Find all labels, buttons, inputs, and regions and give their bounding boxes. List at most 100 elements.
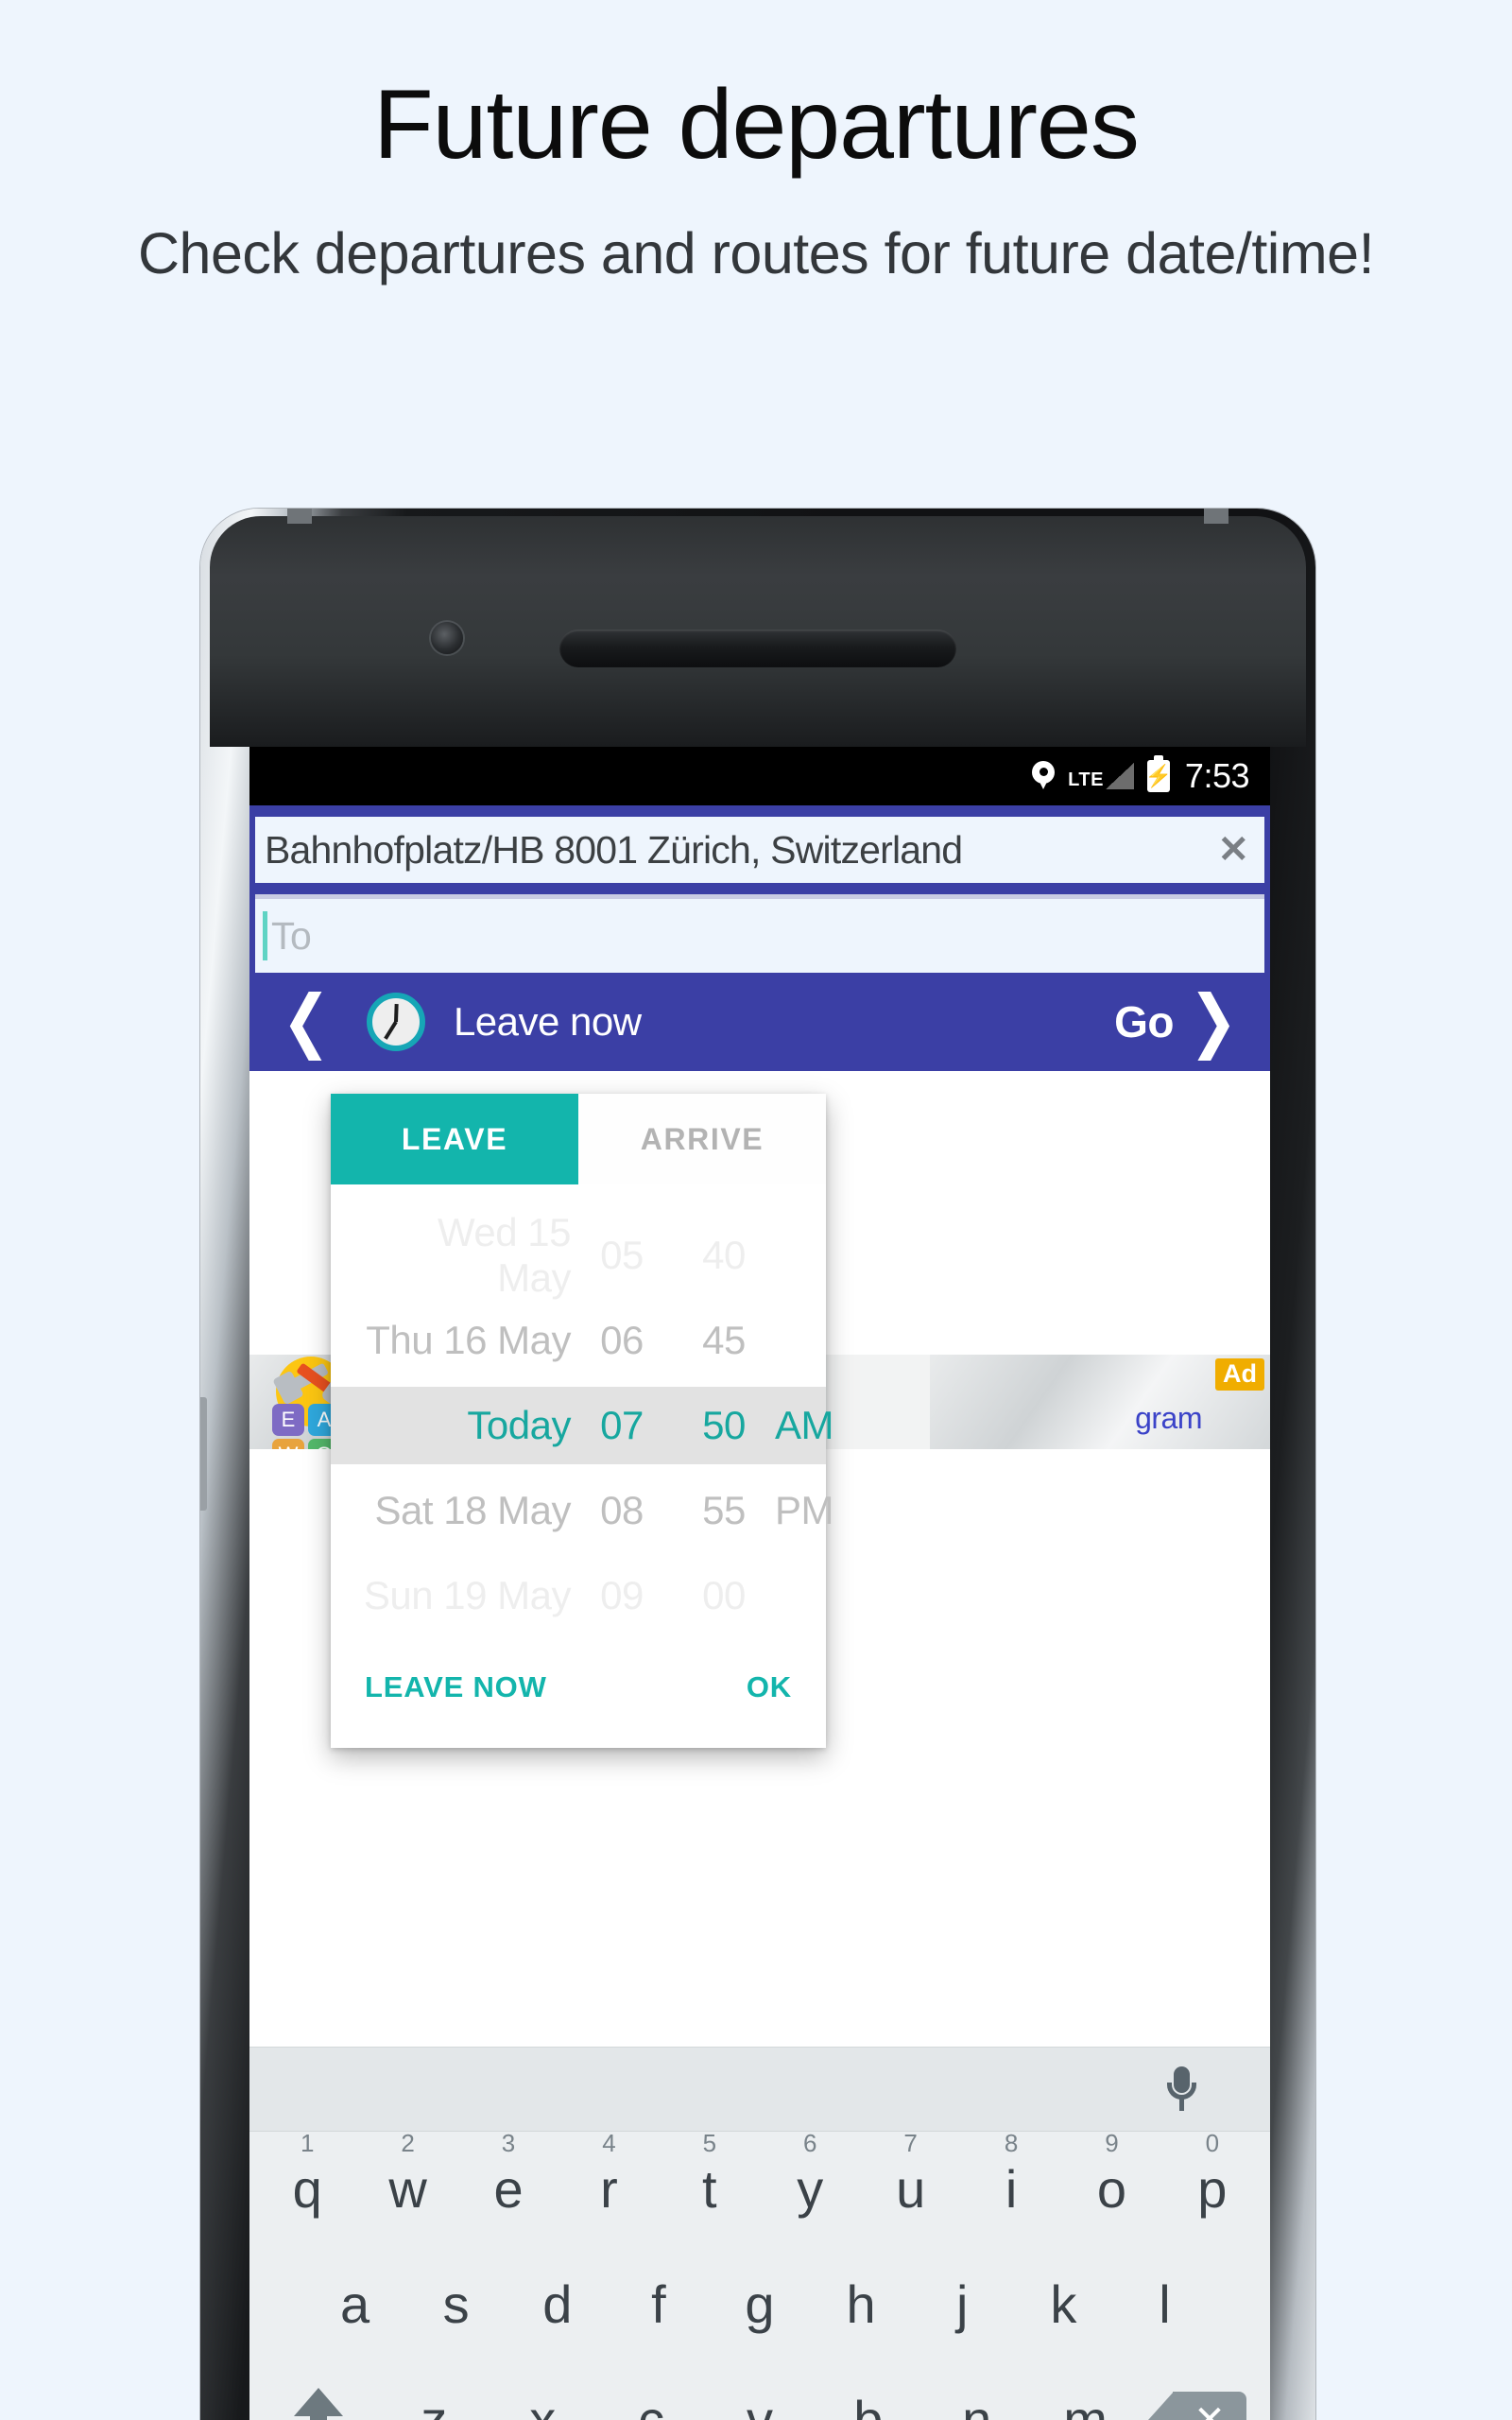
wheel-row[interactable]: Wed 15 May 05 40 xyxy=(331,1210,826,1300)
ad-badge: Ad xyxy=(1215,1358,1264,1392)
time-toolbar: ❮ Leave now Go ❯ xyxy=(249,973,1270,1071)
wheel-row[interactable]: Sat 18 May 08 55 PM xyxy=(331,1472,834,1549)
promo-header: Future departures Check departures and r… xyxy=(0,0,1512,287)
wheel-gap xyxy=(331,1379,826,1387)
wheel-gap xyxy=(331,1549,826,1557)
key-e[interactable]: 3e xyxy=(458,2131,558,2216)
from-field[interactable]: Bahnhofplatz/HB 8001 Zürich, Switzerland… xyxy=(255,817,1264,883)
wheel-hour: 05 xyxy=(600,1233,644,1277)
wheel-date: Thu 16 May xyxy=(366,1318,571,1362)
dialog-actions: LEAVE NOW OK xyxy=(331,1644,826,1748)
wheel-minute: 50 xyxy=(702,1403,746,1447)
key-n[interactable]: n xyxy=(922,2394,1031,2420)
wheel-row[interactable]: Thu 16 May 06 45 xyxy=(331,1302,826,1379)
keyboard-row-2: a s d f g h j k l xyxy=(249,2247,1270,2362)
ok-button[interactable]: OK xyxy=(747,1670,792,1704)
chevron-right-icon[interactable]: ❯ xyxy=(1181,987,1246,1056)
status-clock: 7:53 xyxy=(1184,756,1250,795)
clock-icon[interactable] xyxy=(366,993,425,1051)
key-a[interactable]: a xyxy=(304,2278,405,2331)
leave-now-button[interactable]: LEAVE NOW xyxy=(365,1670,547,1704)
ad-tile: W xyxy=(272,1439,304,1449)
keyboard-suggestion-strip[interactable] xyxy=(249,2047,1270,2132)
location-pin-icon xyxy=(1032,761,1056,791)
datetime-picker-dialog: LEAVE ARRIVE Wed 15 May 05 40 Thu 16 May xyxy=(331,1094,834,1748)
key-v[interactable]: v xyxy=(706,2394,815,2420)
from-field-value: Bahnhofplatz/HB 8001 Zürich, Switzerland xyxy=(265,827,963,872)
battery-charging-icon: ⚡ xyxy=(1145,755,1172,792)
key-c[interactable]: c xyxy=(597,2394,706,2420)
ad-tile: E xyxy=(272,1404,304,1436)
keyboard-row-3: z x c v b n m ✕ xyxy=(249,2362,1270,2420)
to-field-placeholder: To xyxy=(271,913,312,958)
soft-keyboard: 1q 2w 3e 4r 5t 6y 7u 8i 9o 0p a s d f g … xyxy=(249,2047,1270,2420)
wheel-hour: 07 xyxy=(600,1403,644,1447)
earpiece-speaker xyxy=(559,630,956,667)
backspace-icon[interactable]: ✕ xyxy=(1140,2392,1263,2420)
tab-leave[interactable]: LEAVE xyxy=(331,1094,578,1184)
search-fields-area: Bahnhofplatz/HB 8001 Zürich, Switzerland… xyxy=(249,805,1270,973)
key-o[interactable]: 9o xyxy=(1061,2131,1161,2216)
wheel-date: Sat 18 May xyxy=(374,1488,572,1532)
key-j[interactable]: j xyxy=(912,2278,1013,2331)
key-f[interactable]: f xyxy=(608,2278,709,2331)
microphone-icon[interactable] xyxy=(1166,2066,1196,2112)
wheel-hour: 06 xyxy=(600,1318,644,1362)
results-body: E A C H W O R D gram Ad xyxy=(249,1071,1270,2420)
dialog-tabs: LEAVE ARRIVE xyxy=(331,1094,826,1184)
shift-arrow-icon[interactable] xyxy=(257,2387,380,2420)
key-g[interactable]: g xyxy=(709,2278,810,2331)
key-r[interactable]: 4r xyxy=(558,2131,659,2216)
volume-button[interactable] xyxy=(200,1397,207,1511)
text-caret xyxy=(263,911,267,960)
key-h[interactable]: h xyxy=(811,2278,912,2331)
key-m[interactable]: m xyxy=(1031,2394,1140,2420)
antenna-line-right xyxy=(1204,509,1228,524)
key-b[interactable]: b xyxy=(814,2394,922,2420)
key-w[interactable]: 2w xyxy=(357,2131,457,2216)
front-camera-icon xyxy=(431,622,463,654)
antenna-line-left xyxy=(287,509,312,524)
wheel-minute: 55 xyxy=(702,1488,746,1532)
key-d[interactable]: d xyxy=(507,2278,608,2331)
wheel-date: Wed 15 May xyxy=(438,1210,572,1300)
key-s[interactable]: s xyxy=(405,2278,507,2331)
wheel-row-selected[interactable]: Today 07 50 AM xyxy=(331,1387,834,1464)
wheel-minute: 45 xyxy=(702,1318,746,1362)
ad-headline-text: gram xyxy=(1135,1401,1202,1435)
network-indicator: LTE xyxy=(1068,763,1134,789)
key-u[interactable]: 7u xyxy=(860,2131,960,2216)
key-x[interactable]: x xyxy=(489,2394,597,2420)
key-p[interactable]: 0p xyxy=(1162,2131,1263,2216)
key-l[interactable]: l xyxy=(1114,2278,1215,2331)
wheel-hour: 09 xyxy=(600,1573,644,1617)
to-field[interactable]: To xyxy=(255,899,1264,973)
phone-device-frame: LTE ⚡ 7:53 Bahnhofplatz/HB 8001 Zürich, … xyxy=(200,509,1315,2420)
page-subtitle: Check departures and routes for future d… xyxy=(137,221,1375,286)
datetime-wheel[interactable]: Wed 15 May 05 40 Thu 16 May 06 45 Today … xyxy=(331,1184,834,1644)
keyboard-row-1: 1q 2w 3e 4r 5t 6y 7u 8i 9o 0p xyxy=(249,2131,1270,2247)
signal-bars-icon xyxy=(1105,763,1134,789)
wheel-date: Sun 19 May xyxy=(363,1573,572,1617)
key-i[interactable]: 8i xyxy=(961,2131,1061,2216)
wheel-row[interactable]: Sun 19 May 09 00 xyxy=(331,1557,826,1634)
key-k[interactable]: k xyxy=(1013,2278,1114,2331)
key-y[interactable]: 6y xyxy=(760,2131,860,2216)
wheel-meridiem: AM xyxy=(775,1403,834,1447)
key-q[interactable]: 1q xyxy=(257,2131,357,2216)
clear-icon[interactable]: ✕ xyxy=(1211,831,1264,869)
page-title: Future departures xyxy=(373,70,1140,180)
key-t[interactable]: 5t xyxy=(660,2131,760,2216)
status-bar: LTE ⚡ 7:53 xyxy=(249,747,1270,805)
go-button[interactable]: Go xyxy=(1114,996,1174,1047)
key-z[interactable]: z xyxy=(380,2394,489,2420)
wheel-minute: 00 xyxy=(702,1573,746,1617)
wheel-minute: 40 xyxy=(702,1233,746,1277)
wheel-date: Today xyxy=(467,1403,571,1447)
field-divider-gap xyxy=(249,883,1270,894)
phone-screen: LTE ⚡ 7:53 Bahnhofplatz/HB 8001 Zürich, … xyxy=(249,747,1270,2420)
wheel-hour: 08 xyxy=(600,1488,644,1532)
tab-arrive[interactable]: ARRIVE xyxy=(578,1094,826,1184)
leave-now-label[interactable]: Leave now xyxy=(454,999,642,1045)
chevron-left-icon[interactable]: ❮ xyxy=(274,987,338,1056)
